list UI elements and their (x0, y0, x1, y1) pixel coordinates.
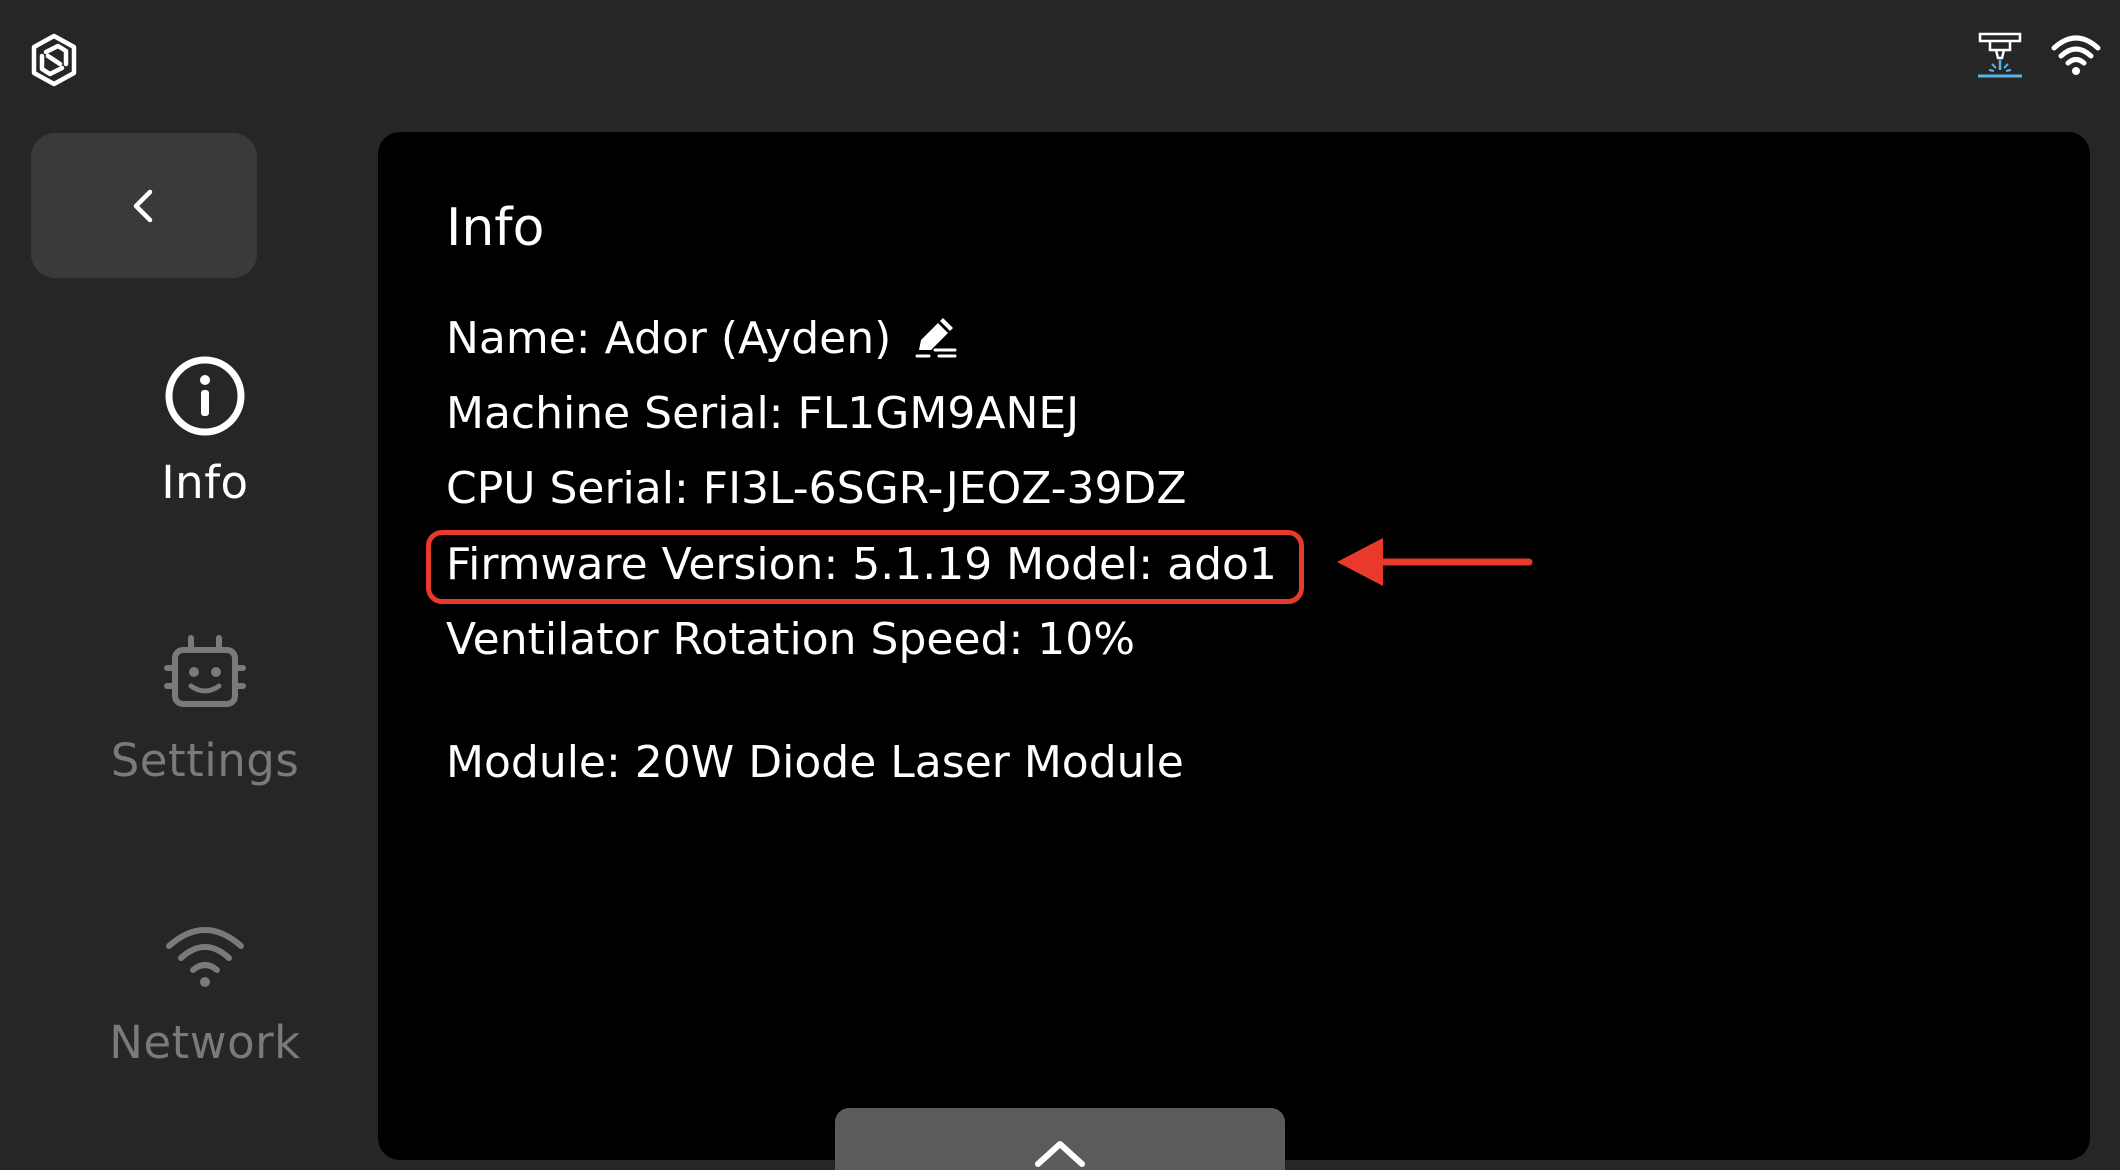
machine-serial: Machine Serial: FL1GM9ANEJ (446, 388, 1080, 439)
firmware-version: Firmware Version: 5.1.19 Model: ado1 (446, 539, 1277, 590)
chevron-left-icon (133, 189, 153, 222)
edit-pencil-icon[interactable] (909, 312, 961, 364)
info-icon (165, 356, 245, 436)
sidebar-item-label: Info (161, 456, 249, 509)
sidebar-item-label: Settings (110, 734, 300, 787)
ventilator-speed: Ventilator Rotation Speed: 10% (446, 614, 1136, 665)
wifi-icon (166, 927, 244, 987)
sidebar-item-settings[interactable]: Settings (0, 630, 410, 787)
robot-icon (164, 635, 246, 707)
status-bar (1974, 30, 2102, 82)
module-info: Module: 20W Diode Laser Module (446, 737, 1184, 788)
device-name-row: Name: Ador (Ayden) (446, 312, 961, 364)
screen: Info Settings Network Info Name: Ador (A… (0, 0, 2120, 1170)
laser-machine-icon (1978, 32, 2022, 78)
sidebar-item-network[interactable]: Network (0, 912, 410, 1069)
expand-panel-button[interactable] (835, 1108, 1285, 1170)
sidebar-item-info[interactable]: Info (0, 352, 410, 509)
page-title: Info (446, 198, 545, 258)
sidebar-item-label: Network (109, 1016, 301, 1069)
brand-logo-icon (31, 33, 77, 87)
wifi-icon (2051, 35, 2101, 75)
back-button[interactable] (31, 133, 257, 278)
info-panel: Info Name: Ador (Ayden) Machine Serial: … (378, 132, 2090, 1160)
cpu-serial: CPU Serial: FI3L-6SGR-JEOZ-39DZ (446, 463, 1187, 514)
device-name: Name: Ador (Ayden) (446, 312, 892, 364)
arrow-left-icon (1337, 538, 1533, 586)
chevron-up-icon (1035, 1141, 1085, 1167)
